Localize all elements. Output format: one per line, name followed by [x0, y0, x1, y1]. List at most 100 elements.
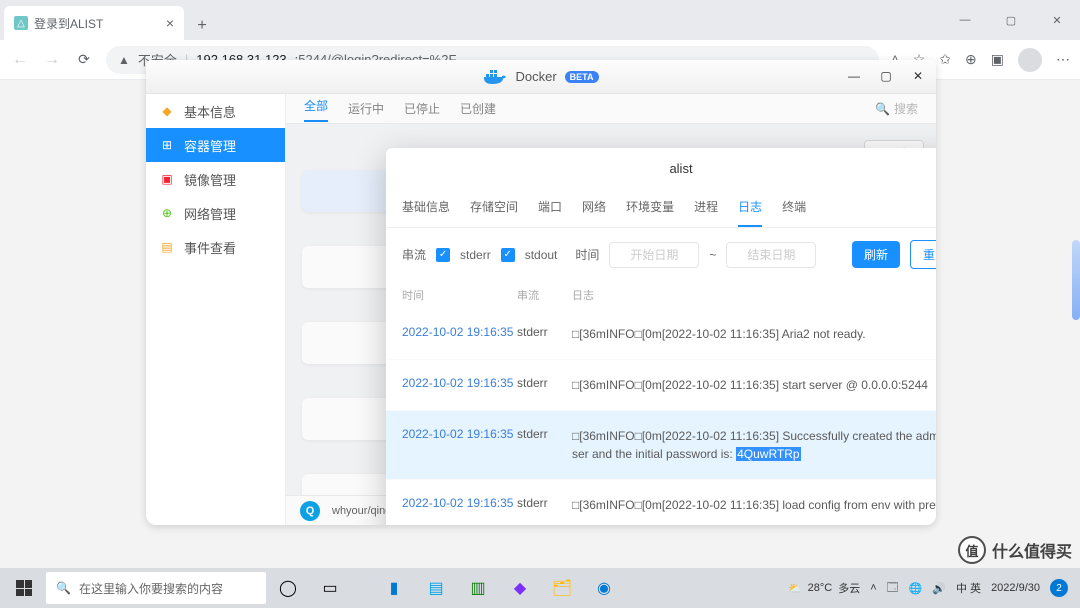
- range-separator: ~: [709, 248, 716, 262]
- log-modal: alist ✕ 基础信息 存储空间 端口 网络 环境变量 进程 日志 终端 串流…: [386, 148, 936, 525]
- network-icon[interactable]: 🌐: [909, 582, 923, 595]
- tab-favicon-icon: △: [14, 16, 28, 30]
- refresh-button[interactable]: 刷新: [852, 241, 900, 268]
- log-time: 2022-10-02 19:16:35: [402, 427, 517, 463]
- log-stream: stderr: [517, 376, 572, 394]
- app-maximize-icon[interactable]: ▢: [876, 66, 896, 86]
- app-minimize-icon[interactable]: —: [844, 66, 864, 86]
- taskview-icon[interactable]: ▭: [310, 568, 350, 608]
- end-date-input[interactable]: 结束日期: [726, 242, 816, 268]
- tab-terminal[interactable]: 终端: [782, 188, 806, 227]
- tab-close-icon[interactable]: ×: [166, 15, 174, 31]
- stdout-checkbox[interactable]: ✓: [501, 248, 515, 262]
- log-stream: stderr: [517, 496, 572, 514]
- reset-button[interactable]: 重置: [910, 240, 936, 269]
- col-log: 日志: [572, 287, 936, 303]
- sidebar-item-basic[interactable]: ◆ 基本信息: [146, 94, 285, 128]
- ime-indicator[interactable]: 中 英: [956, 580, 981, 596]
- container-icon: ⊞: [160, 138, 174, 152]
- app-icon[interactable]: ◆: [500, 568, 540, 608]
- log-row-admin-password[interactable]: 2022-10-02 19:16:35 stderr □[36mINFO□[0m…: [386, 411, 936, 480]
- stream-label: 串流: [402, 246, 426, 263]
- app-title-text: Docker: [515, 69, 556, 84]
- explorer-icon[interactable]: 🗂: [542, 568, 582, 608]
- refresh-button[interactable]: ⟳: [74, 51, 94, 68]
- windows-search-input[interactable]: 🔍 在这里输入你要搜索的内容: [46, 572, 266, 604]
- tab-basicinfo[interactable]: 基础信息: [402, 188, 450, 227]
- tab-storage[interactable]: 存储空间: [470, 188, 518, 227]
- app-icon[interactable]: ▮: [374, 568, 414, 608]
- back-button[interactable]: ←: [10, 51, 30, 69]
- edge-icon[interactable]: ◉: [584, 568, 624, 608]
- tab-network[interactable]: 网络: [582, 188, 606, 227]
- sidebar-item-label: 镜像管理: [184, 170, 236, 189]
- docker-window: Docker BETA — ▢ ✕ ◆ 基本信息 ⊞ 容器管理 ▣ 镜像管理 ⊕…: [146, 60, 936, 525]
- stderr-checkbox[interactable]: ✓: [436, 248, 450, 262]
- sidebar-item-events[interactable]: ▤ 事件查看: [146, 230, 285, 264]
- tab-process[interactable]: 进程: [694, 188, 718, 227]
- start-date-input[interactable]: 开始日期: [609, 242, 699, 268]
- log-msg: □[36mINFO□[0m[2022-10-02 11:16:35] Aria2…: [572, 325, 936, 343]
- windows-taskbar: 🔍 在这里输入你要搜索的内容 ◯ ▭ ▮ ▤ ▥ ◆ 🗂 ◉ ⛅ 28°C 多云…: [0, 568, 1080, 608]
- time-label: 时间: [575, 246, 599, 263]
- sidebar-item-label: 网络管理: [184, 204, 236, 223]
- weather-widget[interactable]: ⛅ 28°C 多云: [788, 580, 860, 596]
- tray-icon[interactable]: 🗔: [887, 579, 899, 598]
- content-area: 全部 运行中 已停止 已创建 🔍 搜索 ↻ 刷新 9 19:15:41 6 11…: [286, 94, 936, 525]
- sidebar-item-images[interactable]: ▣ 镜像管理: [146, 162, 285, 196]
- log-table-header: 时间 串流 日志: [386, 281, 936, 309]
- system-tray: ⛅ 28°C 多云 ˄ 🗔 🌐 🔊 中 英 2022/9/30 2: [788, 579, 1076, 598]
- sidebar-item-label: 事件查看: [184, 238, 236, 257]
- password-highlight: 4QuwRTRp: [736, 447, 800, 461]
- chevron-up-icon[interactable]: ˄: [870, 582, 876, 594]
- tab-logs[interactable]: 日志: [738, 188, 762, 227]
- sidebar-item-network[interactable]: ⊕ 网络管理: [146, 196, 285, 230]
- search-icon: 🔍: [56, 581, 71, 595]
- weather-desc: 多云: [838, 580, 860, 596]
- app-titlebar: Docker BETA — ▢ ✕: [146, 60, 936, 94]
- start-button[interactable]: [4, 568, 44, 608]
- collections-icon[interactable]: ⊕: [965, 51, 977, 68]
- star-plus-icon[interactable]: ✩: [939, 51, 951, 68]
- log-row[interactable]: 2022-10-02 19:16:35 stderr □[36mINFO□[0m…: [386, 309, 936, 360]
- forward-button[interactable]: →: [42, 51, 62, 69]
- watermark-text: 什么值得买: [992, 538, 1072, 562]
- app-close-icon[interactable]: ✕: [908, 66, 928, 86]
- reader-icon[interactable]: ▣: [991, 51, 1004, 68]
- close-button[interactable]: ✕: [1034, 0, 1080, 40]
- tab-env[interactable]: 环境变量: [626, 188, 674, 227]
- window-controls: — ▢ ✕: [942, 0, 1080, 40]
- cortana-icon[interactable]: ◯: [268, 568, 308, 608]
- docker-whale-icon: [483, 68, 507, 86]
- log-time: 2022-10-02 19:16:35: [402, 325, 517, 343]
- clock[interactable]: 2022/9/30: [991, 582, 1040, 594]
- menu-icon[interactable]: ⋯: [1056, 51, 1070, 68]
- notification-badge[interactable]: 2: [1050, 579, 1068, 597]
- col-time: 时间: [402, 287, 517, 303]
- modal-title: alist: [669, 161, 692, 176]
- new-tab-button[interactable]: +: [188, 12, 216, 40]
- log-table-body: 2022-10-02 19:16:35 stderr □[36mINFO□[0m…: [386, 309, 936, 525]
- sidebar-item-label: 基本信息: [184, 102, 236, 121]
- log-row[interactable]: 2022-10-02 19:16:35 stderr □[36mINFO□[0m…: [386, 360, 936, 411]
- volume-icon[interactable]: 🔊: [932, 582, 946, 595]
- page-scrollbar[interactable]: [1072, 240, 1080, 320]
- log-msg: □[36mINFO□[0m[2022-10-02 11:16:35] start…: [572, 376, 936, 394]
- maximize-button[interactable]: ▢: [988, 0, 1034, 40]
- info-icon: ◆: [160, 104, 174, 118]
- app-icon[interactable]: ▥: [458, 568, 498, 608]
- browser-tab[interactable]: △ 登录到ALIST ×: [4, 6, 184, 40]
- app-icon[interactable]: ▤: [416, 568, 456, 608]
- windows-logo-icon: [16, 580, 32, 596]
- modal-tabs: 基础信息 存储空间 端口 网络 环境变量 进程 日志 终端: [386, 188, 936, 228]
- tab-ports[interactable]: 端口: [538, 188, 562, 227]
- profile-avatar[interactable]: [1018, 48, 1042, 72]
- log-msg: □[36mINFO□[0m[2022-10-02 11:16:35] Succe…: [572, 427, 936, 463]
- log-msg: □[36mINFO□[0m[2022-10-02 11:16:35] load …: [572, 496, 936, 514]
- log-row[interactable]: 2022-10-02 19:16:35 stderr □[36mINFO□[0m…: [386, 480, 936, 525]
- sidebar-item-containers[interactable]: ⊞ 容器管理: [146, 128, 285, 162]
- sidebar-item-label: 容器管理: [184, 136, 236, 155]
- log-time: 2022-10-02 19:16:35: [402, 496, 517, 514]
- stderr-label: stderr: [460, 248, 491, 262]
- minimize-button[interactable]: —: [942, 0, 988, 40]
